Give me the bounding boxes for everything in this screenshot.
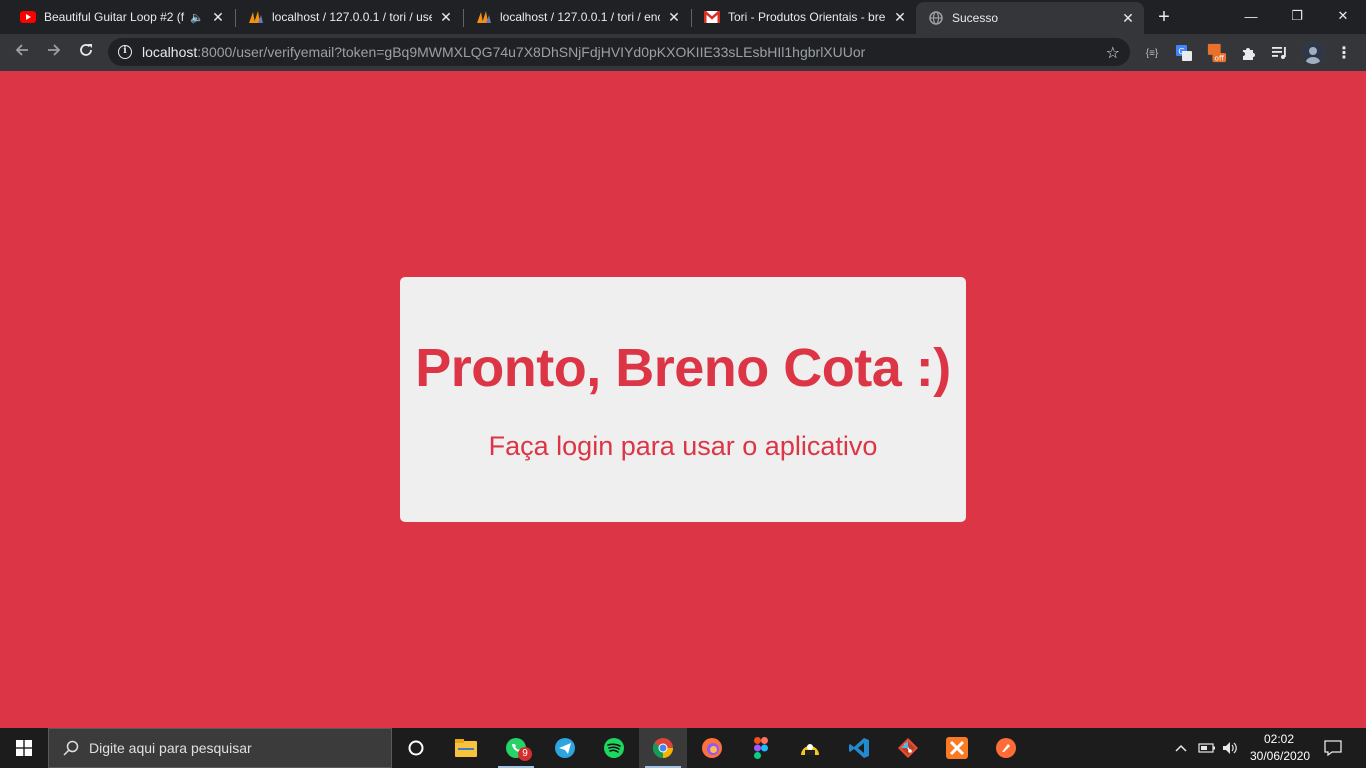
xampp-icon[interactable] [933, 728, 981, 768]
puzzle-icon[interactable] [1238, 43, 1258, 63]
globe-icon [928, 10, 944, 26]
windows-logo-icon [16, 740, 32, 756]
page-content: Pronto, Breno Cota :) Faça login para us… [0, 71, 1366, 728]
figma-icon[interactable] [737, 728, 785, 768]
tab-sucesso[interactable]: Sucesso ✕ [916, 2, 1144, 34]
translate-ext-icon[interactable]: G [1174, 43, 1194, 63]
svg-text:off: off [1215, 53, 1225, 62]
close-tab-icon[interactable]: ✕ [210, 9, 226, 25]
bookmark-star-icon[interactable]: ☆ [1106, 43, 1120, 63]
phpmyadmin-icon [476, 9, 492, 25]
tab-youtube[interactable]: Beautiful Guitar Loop #2 (f 🔈 ✕ [8, 0, 234, 34]
cortana-icon[interactable] [392, 728, 440, 768]
success-card: Pronto, Breno Cota :) Faça login para us… [400, 277, 966, 522]
login-hint: Faça login para usar o aplicativo [488, 431, 878, 461]
profile-avatar[interactable] [1302, 42, 1324, 64]
postman-icon[interactable] [982, 728, 1030, 768]
gmail-icon [704, 9, 720, 25]
speaker-icon[interactable]: 🔈 [190, 11, 204, 24]
site-info-icon[interactable]: i [118, 45, 132, 59]
arrow-left-icon [15, 44, 28, 56]
close-tab-icon[interactable]: ✕ [1120, 10, 1136, 26]
battery-icon[interactable] [1198, 728, 1216, 768]
menu-kebab-icon[interactable]: ⋮ [1334, 43, 1354, 63]
clock-date: 30/06/2020 [1250, 749, 1311, 763]
page-title: Pronto, Breno Cota :) [415, 338, 951, 398]
media-queue-icon[interactable] [1270, 43, 1290, 63]
taskbar-search-box[interactable]: Digite aqui para pesquisar [48, 728, 392, 768]
tab-phpmyadmin-user[interactable]: localhost / 127.0.0.1 / tori / use ✕ [236, 0, 462, 34]
minimize-button[interactable]: — [1228, 0, 1274, 32]
reload-icon [80, 44, 92, 56]
maximize-button[interactable]: ❐ [1274, 0, 1320, 32]
vscode-icon[interactable] [835, 728, 883, 768]
close-tab-icon[interactable]: ✕ [892, 9, 908, 25]
tray-chevron-icon[interactable] [1174, 728, 1188, 768]
tab-title: Beautiful Guitar Loop #2 (f [44, 10, 185, 24]
tab-title: localhost / 127.0.0.1 / tori / use [272, 10, 432, 24]
close-tab-icon[interactable]: ✕ [666, 9, 682, 25]
tab-title: Sucesso [952, 11, 999, 25]
volume-icon[interactable] [1222, 728, 1240, 768]
firefox-icon[interactable] [688, 728, 736, 768]
git-icon[interactable] [884, 728, 932, 768]
thunderbird-icon[interactable] [786, 728, 834, 768]
off-ext-icon[interactable]: off [1207, 43, 1227, 63]
close-tab-icon[interactable]: ✕ [438, 9, 454, 25]
chrome-icon[interactable] [639, 728, 687, 768]
browser-toolbar: i localhost :8000/user/verifyemail?token… [0, 34, 1366, 71]
clock-time: 02:02 [1263, 732, 1295, 746]
spotify-icon[interactable] [590, 728, 638, 768]
code-ext-icon[interactable]: {≡} [1142, 43, 1162, 63]
tab-phpmyadmin-enc[interactable]: localhost / 127.0.0.1 / tori / enc ✕ [464, 0, 690, 34]
search-placeholder: Digite aqui para pesquisar [89, 740, 252, 756]
arrow-right-icon [48, 44, 61, 56]
address-bar[interactable]: i localhost :8000/user/verifyemail?token… [108, 38, 1130, 66]
back-button[interactable] [8, 38, 36, 66]
whatsapp-icon[interactable]: 9 [492, 728, 540, 768]
url-host: localhost [142, 44, 198, 60]
new-tab-button[interactable]: + [1152, 6, 1176, 30]
tab-title: Tori - Produtos Orientais - bren [728, 10, 886, 24]
tab-strip: Beautiful Guitar Loop #2 (f 🔈 ✕ localhos… [0, 0, 1366, 34]
system-clock[interactable]: 02:02 30/06/2020 [1250, 731, 1311, 765]
whatsapp-badge: 9 [518, 747, 532, 761]
windows-taskbar: Digite aqui para pesquisar 9 02:02 30/06… [0, 728, 1366, 768]
telegram-icon[interactable] [541, 728, 589, 768]
forward-button[interactable] [40, 38, 68, 66]
youtube-icon [20, 9, 36, 25]
search-icon [63, 740, 79, 756]
start-button[interactable] [0, 728, 48, 768]
tab-gmail[interactable]: Tori - Produtos Orientais - bren ✕ [692, 0, 916, 34]
url-path: :8000/user/verifyemail?token=gBq9MWMXLQG… [197, 44, 866, 60]
window-close-button[interactable]: ✕ [1320, 0, 1366, 32]
notifications-icon[interactable] [1324, 728, 1342, 768]
phpmyadmin-icon [248, 9, 264, 25]
file-explorer-icon[interactable] [442, 728, 490, 768]
tab-title: localhost / 127.0.0.1 / tori / enc [500, 10, 660, 24]
reload-button[interactable] [72, 38, 100, 66]
